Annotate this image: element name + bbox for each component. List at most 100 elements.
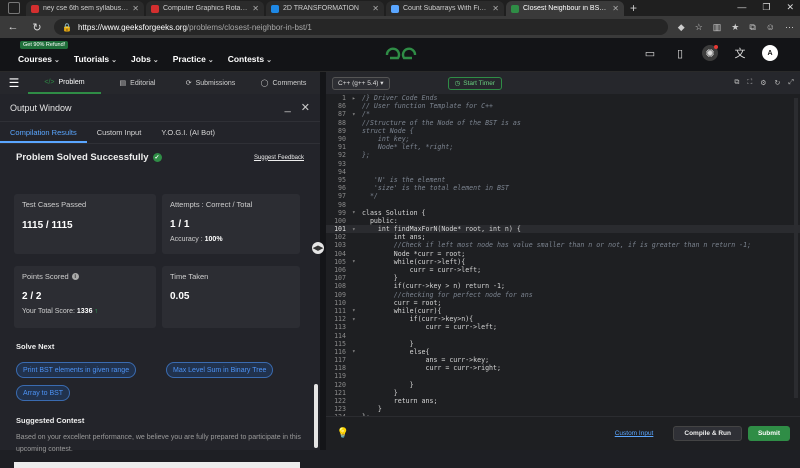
translate-icon[interactable]: 文: [732, 45, 748, 61]
fold-icon[interactable]: ▾: [352, 111, 362, 118]
line-number: 110: [334, 298, 346, 307]
close-tab-icon[interactable]: ✕: [372, 4, 379, 13]
solve-next-chip[interactable]: Max Level Sum in Binary Tree: [166, 362, 274, 378]
back-icon[interactable]: ←: [6, 21, 20, 33]
attempts-card: Attempts : Correct / Total 1 / 1 Accurac…: [162, 194, 300, 254]
profile-icon[interactable]: ☺: [766, 22, 775, 32]
language-select[interactable]: C++ (g++ 5.4) ▾: [332, 76, 390, 90]
tab-compilation-results[interactable]: Compilation Results: [0, 122, 87, 143]
menu-item[interactable]: Tutorials ⌄: [74, 54, 117, 64]
code-text: Node* left, *right;: [362, 143, 454, 152]
browser-tab[interactable]: ney cse 6th sem syllabus .pdf ✕: [26, 1, 144, 16]
fullscreen-icon[interactable]: ⛶: [747, 79, 752, 87]
fold-icon[interactable]: ▾: [352, 209, 362, 216]
browser-tab[interactable]: Closest Neighbour in BST | Practi... ✕: [506, 1, 624, 16]
device-icon[interactable]: ▭: [642, 45, 658, 61]
more-options-icon[interactable]: ⋯: [785, 22, 794, 33]
line-number: 114: [334, 331, 346, 340]
code-line: 102 int ans;: [326, 233, 800, 241]
suggest-feedback-link[interactable]: Suggest Feedback: [254, 155, 304, 161]
line-number: 105: [334, 257, 346, 266]
output-scrollbar[interactable]: [314, 384, 318, 448]
extension-icon[interactable]: ◆: [678, 22, 685, 33]
menu-item[interactable]: Courses ⌄: [18, 54, 60, 64]
code-line: 118 curr = curr->right;: [326, 364, 800, 372]
fold-icon[interactable]: ▸: [352, 95, 362, 102]
tab-yogi-bot[interactable]: Y.O.G.I. (AI Bot): [151, 122, 225, 143]
close-tab-icon[interactable]: ✕: [132, 4, 139, 13]
expand-icon[interactable]: ⤢: [788, 79, 794, 87]
minimize-output-icon[interactable]: _: [285, 101, 291, 114]
fold-icon[interactable]: ▾: [352, 348, 362, 355]
url-host: https://www.geeksforgeeks.org: [77, 22, 187, 32]
browser-tab-title: Computer Graphics Rotation - ja...: [163, 5, 248, 12]
menu-item[interactable]: Contests ⌄: [228, 54, 272, 64]
code-text: while(curr->left){: [362, 257, 466, 266]
output-title: Output Window: [10, 102, 72, 113]
contest-card[interactable]: [14, 462, 300, 468]
browser-tab[interactable]: Computer Graphics Rotation - ja... ✕: [146, 1, 264, 16]
minimize-icon[interactable]: —: [737, 2, 746, 13]
favorite-star-icon[interactable]: ☆: [695, 22, 703, 33]
menu-item[interactable]: Practice ⌄: [173, 54, 214, 64]
code-line: 96 'size' is the total element in BST: [326, 184, 800, 192]
refresh-icon[interactable]: ↻: [30, 21, 44, 34]
close-window-icon[interactable]: ✕: [786, 2, 794, 13]
favorites-icon[interactable]: ★: [731, 22, 739, 33]
fold-icon[interactable]: ▾: [352, 258, 362, 265]
fold-icon[interactable]: ▾: [352, 316, 362, 323]
fold-icon[interactable]: ▾: [352, 226, 362, 233]
window-menu-icon[interactable]: [8, 2, 20, 14]
code-editor[interactable]: 1 ▸/} Driver Code Ends 86 // User function …: [326, 94, 800, 430]
success-check-icon: ✓: [152, 153, 162, 162]
close-tab-icon[interactable]: ✕: [252, 4, 259, 13]
solve-next-chip[interactable]: Print BST elements in given range: [16, 362, 137, 378]
reset-icon[interactable]: ↻: [775, 79, 781, 87]
info-icon[interactable]: i: [71, 273, 79, 280]
submit-button[interactable]: Submit: [747, 426, 790, 441]
menu-item-label: Courses: [18, 53, 53, 64]
refund-badge[interactable]: Get 90% Refund!: [20, 41, 69, 49]
gfg-logo-icon[interactable]: [384, 46, 418, 64]
line-number: 90: [338, 135, 346, 144]
lightbulb-icon[interactable]: 💡: [336, 427, 350, 441]
collections-icon[interactable]: ⧉: [749, 22, 755, 33]
code-text: curr = curr->left;: [362, 323, 497, 332]
tab-editorial[interactable]: ▤ Editorial: [101, 72, 174, 94]
maximize-icon[interactable]: ❐: [762, 2, 770, 13]
tab-custom-input[interactable]: Custom Input: [87, 122, 152, 143]
copy-icon[interactable]: ⧉: [734, 79, 739, 87]
resize-handle-icon[interactable]: ◀▶: [312, 242, 324, 254]
tab-submissions[interactable]: ⟳ Submissions: [174, 72, 247, 94]
start-timer-button[interactable]: ◷ Start Timer: [447, 76, 503, 90]
line-number: 116: [334, 347, 346, 356]
custom-input-link[interactable]: Custom Input: [615, 430, 654, 437]
line-number: 102: [334, 233, 346, 242]
hamburger-icon[interactable]: ☰: [0, 76, 28, 90]
split-screen-icon[interactable]: ▥: [713, 22, 722, 33]
code-line: 105 ▾ while(curr->left){: [326, 258, 800, 266]
browser-tab[interactable]: Count Subarrays With Fixed Bou... ✕: [386, 1, 504, 16]
compile-run-button[interactable]: Compile & Run: [673, 426, 742, 441]
url-field[interactable]: 🔒 https://www.geeksforgeeks.org/problems…: [54, 19, 668, 35]
tab-favicon-icon: [31, 4, 39, 13]
close-output-icon[interactable]: ✕: [301, 101, 310, 114]
line-number: 115: [334, 339, 346, 348]
tab-problem[interactable]: </> Problem: [28, 72, 101, 94]
settings-icon[interactable]: ⚙: [760, 79, 766, 87]
editor-scrollbar[interactable]: [794, 98, 798, 398]
browser-tab[interactable]: 2D TRANSFORMATION ✕: [266, 1, 384, 16]
total-score-row: Your Total Score: 1336 ↑: [22, 308, 148, 315]
close-tab-icon[interactable]: ✕: [612, 4, 619, 13]
code-text: 'size' is the total element in BST: [362, 184, 509, 193]
fold-icon[interactable]: ▾: [352, 307, 362, 314]
lock-icon: 🔒: [62, 22, 72, 32]
solve-next-chip[interactable]: Array to BST: [16, 385, 71, 401]
menu-item[interactable]: Jobs ⌄: [131, 54, 159, 64]
new-tab-icon[interactable]: +: [630, 1, 637, 15]
close-tab-icon[interactable]: ✕: [492, 4, 499, 13]
avatar[interactable]: A: [762, 45, 778, 61]
bookmark-icon[interactable]: ▯: [672, 45, 688, 61]
theme-toggle-icon[interactable]: ✺: [702, 45, 718, 61]
tab-comments[interactable]: ◯ Comments: [247, 72, 320, 94]
